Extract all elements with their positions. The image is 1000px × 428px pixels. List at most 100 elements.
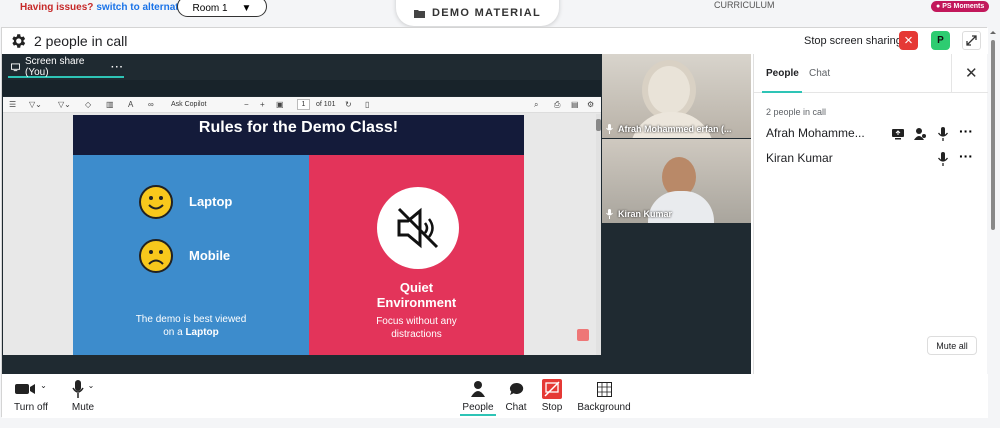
- fullscreen-button[interactable]: [962, 31, 981, 50]
- stop-share-control[interactable]: Stop: [539, 379, 565, 413]
- view-icon[interactable]: ▥: [106, 100, 114, 109]
- background-button[interactable]: Background: [575, 379, 633, 413]
- panel-tabs: People Chat ✕: [754, 54, 988, 93]
- happy-face-icon: [139, 185, 173, 219]
- demo-note-bold: Laptop: [185, 327, 219, 338]
- mic-icon: [606, 209, 613, 219]
- moments-icon: ●: [936, 3, 941, 10]
- page-scrollbar[interactable]: [989, 30, 997, 230]
- sad-face-icon: [139, 239, 173, 273]
- call-title: 2 people in call: [34, 33, 128, 49]
- issue-text: Having issues?: [20, 2, 94, 13]
- quiet-line1: Quiet: [399, 280, 434, 295]
- call-window: 2 people in call Stop screen sharing × P…: [1, 27, 988, 418]
- chat-label: Chat: [505, 402, 527, 413]
- mute-all-button[interactable]: Mute all: [927, 336, 977, 355]
- pdf-viewer: ☰ ▽⌄ ▽⌄ ◇ ▥ A ∞ Ask Copilot − + ▣ 1 of 1…: [3, 97, 601, 355]
- participant-video-1: [642, 60, 696, 120]
- caret-down-icon: ▼: [241, 3, 252, 14]
- mute-button[interactable]: ⌄ Mute: [68, 379, 98, 413]
- settings-icon[interactable]: ⚙: [587, 100, 594, 109]
- slide: Rules for the Demo Class! Laptop Mobile …: [73, 115, 524, 355]
- chevron-down-icon[interactable]: ⌄: [40, 381, 47, 390]
- read-aloud-icon[interactable]: A: [128, 100, 133, 109]
- close-panel-icon[interactable]: ✕: [965, 64, 978, 82]
- tab-people[interactable]: People: [766, 68, 799, 79]
- moments-badge[interactable]: ● PS Moments: [931, 1, 990, 12]
- tab-chat[interactable]: Chat: [809, 68, 830, 79]
- video-stage: Screen share (You) ··· ☰ ▽⌄ ▽⌄ ◇ ▥ A ∞ A…: [2, 54, 751, 374]
- people-button[interactable]: People: [460, 379, 496, 416]
- pdf-scroll-thumb[interactable]: [596, 119, 601, 131]
- avatar[interactable]: P: [931, 31, 950, 50]
- video-tile-1[interactable]: Afrah Mohammed erfan (...: [602, 54, 751, 138]
- people-count: 2 people in call: [766, 107, 827, 117]
- mic-icon[interactable]: [936, 152, 950, 166]
- print-icon[interactable]: ⎙: [554, 100, 560, 110]
- page-view-icon[interactable]: ▯: [365, 100, 369, 109]
- more-options-icon[interactable]: ···: [959, 123, 973, 139]
- pdf-scrollbar[interactable]: [596, 114, 601, 355]
- screenshare-strip: [2, 80, 601, 96]
- highlight-icon[interactable]: ▽⌄: [29, 100, 42, 109]
- ask-copilot-button[interactable]: Ask Copilot: [171, 101, 206, 108]
- demo-material-button[interactable]: DEMO MATERIAL: [396, 0, 559, 26]
- background-icon: [596, 381, 612, 397]
- pdf-icon: [577, 329, 589, 341]
- zoom-in-icon[interactable]: +: [260, 100, 265, 109]
- call-controls: ⌄ Turn off ⌄ Mute People Chat Stop Backg…: [2, 374, 988, 418]
- translate-icon[interactable]: ∞: [148, 100, 154, 109]
- app-root: Having issues? switch to alternate room R…: [0, 0, 1000, 428]
- contents-icon[interactable]: ☰: [9, 100, 16, 109]
- quiet-line2: Environment: [376, 295, 457, 310]
- pdf-toolbar: ☰ ▽⌄ ▽⌄ ◇ ▥ A ∞ Ask Copilot − + ▣ 1 of 1…: [3, 97, 601, 113]
- video-tile-2[interactable]: Kiran Kumar: [602, 139, 751, 223]
- slide-right-panel: Quiet Environment Focus without any dist…: [309, 155, 524, 355]
- chevron-down-icon[interactable]: ⌄: [88, 381, 95, 390]
- room-select[interactable]: Room 1 ▼: [177, 0, 267, 17]
- erase-icon[interactable]: ◇: [85, 100, 91, 109]
- fit-page-icon[interactable]: ▣: [276, 100, 284, 109]
- more-icon[interactable]: ···: [111, 62, 124, 73]
- zoom-out-icon[interactable]: −: [244, 100, 249, 109]
- demo-material-label: DEMO MATERIAL: [432, 7, 541, 19]
- participant-name-2: Kiran Kumar: [766, 151, 833, 165]
- participant-row-1[interactable]: Afrah Mohamme... ···: [766, 123, 982, 144]
- draw-icon[interactable]: ▽⌄: [58, 100, 71, 109]
- participant-row-2[interactable]: Kiran Kumar ···: [766, 148, 982, 169]
- chat-button[interactable]: Chat: [503, 379, 529, 413]
- gear-icon[interactable]: [9, 32, 27, 50]
- curriculum-tab[interactable]: CURRICULUM: [714, 0, 775, 10]
- background-label: Background: [577, 402, 631, 413]
- page-number-input[interactable]: 1: [297, 99, 310, 110]
- person-icon: [471, 381, 485, 397]
- close-icon: ×: [904, 32, 913, 49]
- tile-name-1: Afrah Mohammed erfan (...: [606, 124, 732, 134]
- chat-icon: [509, 382, 523, 395]
- stop-share-label[interactable]: Stop screen sharing: [804, 35, 902, 47]
- speaker-muted-icon: [377, 187, 459, 269]
- people-panel: People Chat ✕ 2 people in call Afrah Moh…: [753, 54, 988, 374]
- screenshare-tab[interactable]: Screen share (You) ···: [8, 56, 124, 78]
- mic-icon: [72, 380, 84, 398]
- top-bar: Having issues? switch to alternate room R…: [0, 0, 1000, 26]
- camera-button[interactable]: ⌄ Turn off: [13, 379, 49, 414]
- tile-name-label-1: Afrah Mohammed erfan (...: [618, 124, 732, 134]
- search-icon[interactable]: ⌕: [534, 100, 538, 110]
- rotate-icon[interactable]: ↻: [345, 100, 352, 109]
- save-icon[interactable]: ▤: [571, 100, 579, 109]
- demo-note-line2: on a Laptop: [93, 326, 289, 339]
- mic-icon[interactable]: [936, 127, 950, 141]
- more-options-icon[interactable]: ···: [959, 148, 973, 164]
- demo-note-prefix: on a: [163, 327, 186, 338]
- quiet-subtitle: Focus without any distractions: [309, 315, 524, 341]
- screen-share-icon: [11, 62, 20, 71]
- laptop-label: Laptop: [189, 194, 233, 209]
- stop-share-button[interactable]: ×: [899, 31, 918, 50]
- room-select-value: Room 1: [192, 3, 228, 14]
- camera-label: Turn off: [14, 402, 48, 413]
- folder-icon: [414, 9, 426, 18]
- user-settings-icon[interactable]: [913, 127, 927, 141]
- moments-label: PS Moments: [942, 3, 985, 10]
- screenshare-tab-label: Screen share (You): [24, 56, 85, 78]
